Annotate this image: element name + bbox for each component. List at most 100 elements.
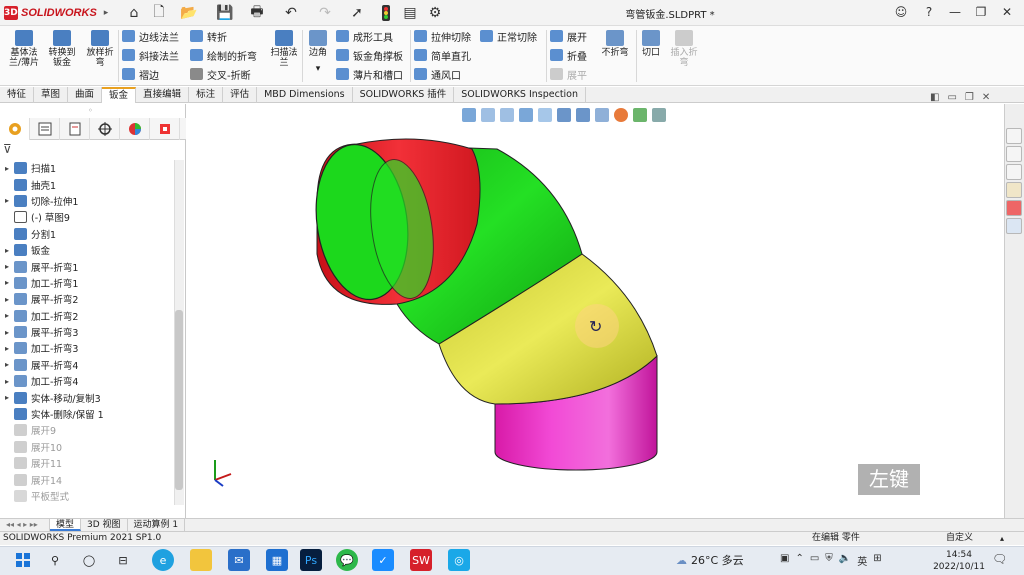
expand-arrow-icon[interactable]: ▸ <box>0 278 14 287</box>
design-library-icon[interactable] <box>1006 146 1022 162</box>
simple-hole-button[interactable]: 简单直孔 <box>414 47 471 63</box>
home-icon[interactable]: ⌂ <box>125 4 143 22</box>
network-icon[interactable]: ▭ <box>810 553 819 568</box>
extruded-cut-button[interactable]: 拉伸切除 <box>414 28 471 44</box>
user-icon[interactable]: ☺ <box>890 5 912 21</box>
tab-evaluate[interactable]: 评估 <box>223 87 258 103</box>
tree-item[interactable]: 展开10 <box>0 439 176 455</box>
minimize-button[interactable]: — <box>944 5 966 21</box>
hide-show-icon[interactable] <box>595 108 609 122</box>
rip-button[interactable]: 切口 <box>636 30 666 84</box>
config-manager-tab-icon[interactable] <box>60 118 90 140</box>
tree-item[interactable]: ▸ 展平-折弯2 <box>0 291 176 307</box>
edge-flange-button[interactable]: 边线法兰 <box>122 28 179 44</box>
tree-item[interactable]: 分割1 <box>0 226 176 242</box>
tree-item[interactable]: 展开14 <box>0 471 176 487</box>
resources-home-icon[interactable] <box>1006 128 1022 144</box>
tree-item[interactable]: (-) 草图9 <box>0 209 176 225</box>
appearances-icon[interactable] <box>1006 200 1022 216</box>
tray-chevron-icon[interactable]: ⌃ <box>795 553 803 568</box>
panel-grip-icon[interactable]: ◦ <box>88 106 93 115</box>
system-clock[interactable]: 14:54 2022/10/11 <box>932 549 986 573</box>
normal-cut-button[interactable]: 正常切除 <box>480 28 537 44</box>
new-doc-icon[interactable]: 🗋 <box>148 4 170 22</box>
input-mode-icon[interactable]: ⊞ <box>873 553 881 568</box>
tab-nav-arrows-icon[interactable]: ◂◂ ◂ ▸ ▸▸ <box>0 519 50 531</box>
tab-slot-button[interactable]: 薄片和槽口 <box>336 66 403 82</box>
expand-arrow-icon[interactable]: ▸ <box>0 311 14 320</box>
custom-properties-icon[interactable] <box>1006 218 1022 234</box>
tree-item[interactable]: ▸ 加工-折弯2 <box>0 308 176 324</box>
restore-button[interactable]: ❐ <box>970 5 992 21</box>
expand-arrow-icon[interactable]: ▸ <box>0 164 14 173</box>
redo-icon[interactable]: ↷ <box>314 4 336 22</box>
expand-arrow-icon[interactable]: ▸ <box>0 328 14 337</box>
flatten-button[interactable]: 展平 <box>550 66 587 82</box>
display-style-icon[interactable] <box>576 108 590 122</box>
file-props-icon[interactable]: ▤ <box>402 4 418 22</box>
cross-break-button[interactable]: 交叉-折断 <box>190 66 251 82</box>
lofted-bend-button[interactable]: 放样折 弯 <box>80 30 120 84</box>
tree-item[interactable]: ▸ 加工-折弯1 <box>0 275 176 291</box>
vent-button[interactable]: 通风口 <box>414 66 461 82</box>
app-taskbar-icon[interactable]: ◎ <box>448 549 470 571</box>
windows-start-icon[interactable] <box>12 549 34 571</box>
traffic-light-icon[interactable] <box>378 4 394 22</box>
view-palette-icon[interactable] <box>1006 182 1022 198</box>
hem-button[interactable]: 褶边 <box>122 66 159 82</box>
convert-sheetmetal-button[interactable]: 转换到 钣金 <box>42 30 82 84</box>
tab-direct-edit[interactable]: 直接编辑 <box>136 87 190 103</box>
tree-item[interactable]: 抽壳1 <box>0 176 176 192</box>
tab-mbd[interactable]: MBD Dimensions <box>257 87 353 103</box>
units-selector[interactable]: 自定义 <box>946 532 973 545</box>
edge-browser-icon[interactable]: e <box>152 549 174 571</box>
widgets-icon[interactable]: ⊟ <box>112 549 134 571</box>
view-settings-icon[interactable] <box>652 108 666 122</box>
dynamic-annotation-icon[interactable] <box>538 108 552 122</box>
unfold-button[interactable]: 展开 <box>550 28 587 44</box>
sketched-bend-button[interactable]: 绘制的折弯 <box>190 47 257 63</box>
corner-button[interactable]: 边角 ▾ <box>304 30 332 84</box>
file-explorer-icon[interactable] <box>1006 164 1022 180</box>
appearance-icon[interactable] <box>614 108 628 122</box>
base-flange-button[interactable]: 基体法 兰/薄片 <box>4 30 44 84</box>
tree-item[interactable]: ▸ 展平-折弯4 <box>0 357 176 373</box>
tab-sketch[interactable]: 草图 <box>34 87 69 103</box>
tree-scroll-thumb[interactable] <box>175 310 183 490</box>
expand-arrow-icon[interactable]: ▸ <box>0 360 14 369</box>
view-tile-icon[interactable]: ◧ <box>930 92 939 103</box>
check-app-icon[interactable]: ✓ <box>372 549 394 571</box>
dimxpert-tab-icon[interactable] <box>90 118 120 140</box>
search-icon[interactable]: ⚲ <box>44 549 66 571</box>
tree-item[interactable]: 展开11 <box>0 455 176 471</box>
tree-item[interactable]: 平板型式 <box>0 488 176 504</box>
expand-arrow-icon[interactable]: ▸ <box>0 246 14 255</box>
expand-arrow-icon[interactable]: ▸ <box>0 393 14 402</box>
filter-icon[interactable]: ⊽ <box>3 142 17 156</box>
status-expand-icon[interactable]: ▴ <box>1000 532 1004 545</box>
tab-sheetmetal[interactable]: 钣金 <box>102 87 137 103</box>
view-split-icon[interactable]: ▭ <box>947 92 956 103</box>
section-view-icon[interactable] <box>519 108 533 122</box>
solidworks-logo[interactable]: 3DS SOLIDWORKS ▸ <box>4 5 108 21</box>
forming-tool-button[interactable]: 成形工具 <box>336 28 393 44</box>
menu-arrow-icon[interactable]: ▸ <box>104 8 109 18</box>
view-restore-icon[interactable]: ❐ <box>965 92 974 103</box>
save-icon[interactable]: 💾 <box>214 4 236 22</box>
print-icon[interactable]: 🖶 <box>246 4 268 22</box>
ime-indicator[interactable]: 英 <box>857 553 867 568</box>
select-arrow-icon[interactable]: ➚ <box>346 4 368 22</box>
zoom-area-icon[interactable] <box>481 108 495 122</box>
tab-model[interactable]: 模型 <box>50 519 82 531</box>
tab-motion-study[interactable]: 运动算例 1 <box>128 519 186 531</box>
weather-widget[interactable]: ☁ 26°C 多云 <box>676 552 744 568</box>
fold-button[interactable]: 折叠 <box>550 47 587 63</box>
solidworks-taskbar-icon[interactable]: SW <box>410 549 432 571</box>
store-icon[interactable]: ▦ <box>266 549 288 571</box>
zoom-to-fit-icon[interactable] <box>462 108 476 122</box>
open-folder-icon[interactable]: 📂 <box>178 4 200 22</box>
tree-item[interactable]: 实体-删除/保留 1 <box>0 406 176 422</box>
task-view-icon[interactable]: ◯ <box>78 549 100 571</box>
feature-tree-tab-icon[interactable] <box>0 118 30 140</box>
view-orientation-icon[interactable] <box>557 108 571 122</box>
